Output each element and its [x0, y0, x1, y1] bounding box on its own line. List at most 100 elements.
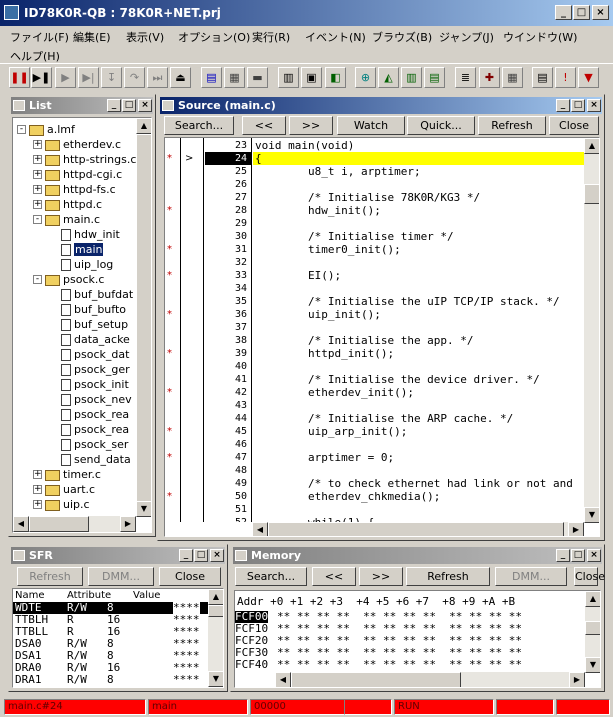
breakpoint-marker[interactable]: * [167, 347, 172, 360]
tree-expander[interactable]: + [33, 485, 42, 494]
stack-icon[interactable]: ≣ [455, 67, 476, 88]
quick-watch-icon[interactable]: ◭ [378, 67, 399, 88]
sfr-vscrollbar[interactable]: ▲ ▼ [208, 589, 223, 687]
code-line[interactable]: { [255, 152, 262, 165]
code-line[interactable]: EI(); [255, 269, 341, 282]
scroll-up-button[interactable]: ▲ [584, 138, 599, 154]
code-line[interactable]: /* Initialise 78K0R/KG3 */ [255, 191, 480, 204]
eject-icon[interactable]: ⏏ [170, 67, 191, 88]
tree-folder-item[interactable]: httpd-cgi.c [45, 167, 122, 182]
asm-icon[interactable]: ▦ [224, 67, 245, 88]
tree-function-item[interactable]: uip_log [61, 257, 113, 272]
memory-data[interactable]: ** ** ** ** ** ** ** ** ** ** ** ** [277, 659, 522, 671]
code-line[interactable]: etherdev_init(); [255, 386, 414, 399]
tree-folder-item[interactable]: timer.c [45, 467, 101, 482]
tree-folder-item[interactable]: httpd-fs.c [45, 182, 116, 197]
title-bar[interactable]: ID78K0R-QB : 78K0R+NET.prj _ □ × [0, 0, 613, 26]
sfr-close-button[interactable]: × [210, 549, 224, 562]
tree-expander[interactable]: - [17, 125, 26, 134]
hscroll-thumb[interactable] [291, 672, 461, 687]
source-icon[interactable]: ▤ [201, 67, 222, 88]
scroll-up-button[interactable]: ▲ [136, 118, 151, 134]
breakpoint-marker[interactable]: * [167, 386, 172, 399]
tree-expander[interactable]: - [33, 215, 42, 224]
memory-panel-titlebar[interactable]: Memory _ □ × [233, 547, 602, 564]
code-line[interactable]: /* Initialise the device driver. */ [255, 373, 540, 386]
menu-item[interactable]: オプション(O) [178, 29, 250, 45]
sfr-table[interactable]: Name Attribute Value WDTE R/W 8 **** TTBLH R 16 **… [12, 588, 224, 688]
source-panel-titlebar[interactable]: Source (main.c) _ □ × [160, 97, 602, 114]
watch-icon[interactable]: ⊕ [355, 67, 376, 88]
breakpoint-marker[interactable]: * [167, 490, 172, 503]
menu-item[interactable]: ヘルプ(H) [10, 48, 60, 64]
list-minimize-button[interactable]: _ [107, 99, 121, 112]
memory-view[interactable]: Addr +0 +1 +2 +3 +4 +5 +6 +7 +8 +9 +A +B… [234, 590, 601, 688]
tree-function-item[interactable]: psock_dat [61, 347, 129, 362]
tree-folder-item[interactable]: uart.c [45, 482, 95, 497]
source-button-5[interactable]: Refresh [478, 116, 546, 135]
tree-function-item[interactable]: psock_ger [61, 362, 130, 377]
tree-folder-item[interactable]: main.c [45, 212, 100, 227]
breakpoint-marker[interactable]: * [167, 243, 172, 256]
scroll-down-button[interactable]: ▼ [136, 501, 151, 517]
memory-button-5[interactable]: Close [574, 567, 605, 586]
memory-button-1[interactable]: << [312, 567, 356, 586]
tree-function-item[interactable]: psock_ser [61, 437, 128, 452]
tree-folder-item[interactable]: http-strings.c [45, 152, 136, 167]
event-icon[interactable]: ✚ [479, 67, 500, 88]
sfr-minimize-button[interactable]: _ [179, 549, 193, 562]
source-vscrollbar[interactable]: ▲ ▼ [584, 138, 599, 523]
tree-function-item[interactable]: psock_rea [61, 407, 129, 422]
maximize-button[interactable]: □ [573, 5, 590, 20]
breakpoint-marker[interactable]: * [167, 269, 172, 282]
memory-button-4[interactable]: DMM... [495, 567, 567, 586]
code-line[interactable]: /* Initialise the app. */ [255, 334, 474, 347]
memory-button-3[interactable]: Refresh [406, 567, 490, 586]
tree-folder-item[interactable]: httpd.c [45, 197, 102, 212]
step-over-icon[interactable]: ↷ [124, 67, 145, 88]
scroll-thumb[interactable] [585, 621, 600, 635]
menu-item[interactable]: ファイル(F) [10, 29, 69, 45]
tree-function-item[interactable]: psock_nev [61, 392, 132, 407]
tree-expander[interactable]: + [33, 500, 42, 509]
code-line[interactable]: uip_arp_init(); [255, 425, 407, 438]
tree-expander[interactable]: + [33, 170, 42, 179]
scroll-right-button[interactable]: ▶ [120, 516, 136, 532]
mem-icon[interactable]: ▬ [247, 67, 268, 88]
tree-function-item[interactable]: send_data [61, 452, 131, 467]
tree-expander[interactable]: + [33, 185, 42, 194]
tree-function-item[interactable]: buf_setup [61, 317, 128, 332]
io-icon[interactable]: ◧ [325, 67, 346, 88]
source-view[interactable]: 23 void main(void) * >24 {25 u8_t i, arptime… [164, 137, 600, 537]
step-icon[interactable]: ▶| [78, 67, 99, 88]
menu-item[interactable]: 実行(R) [252, 29, 290, 45]
source-button-1[interactable]: << [242, 116, 286, 135]
scroll-up-button[interactable]: ▲ [208, 589, 223, 605]
tree-expander[interactable]: + [33, 200, 42, 209]
step-in-icon[interactable]: ↧ [101, 67, 122, 88]
tree-folder-item[interactable]: psock.c [45, 272, 104, 287]
code-line[interactable]: etherdev_chkmedia(); [255, 490, 440, 503]
sfr-value[interactable]: **** [173, 674, 200, 686]
code-line[interactable]: timer0_init(); [255, 243, 401, 256]
close-button[interactable]: × [592, 5, 609, 20]
scroll-thumb[interactable] [136, 134, 151, 502]
skip-icon[interactable]: ⏭ [147, 67, 168, 88]
scroll-down-button[interactable]: ▼ [585, 657, 600, 673]
breakpoint-marker[interactable]: * [167, 451, 172, 464]
scroll-up-button[interactable]: ▲ [585, 591, 600, 607]
trace-icon[interactable]: ▦ [502, 67, 523, 88]
source-minimize-button[interactable]: _ [556, 99, 570, 112]
breakpoint-marker[interactable]: * [167, 425, 172, 438]
minimize-button[interactable]: _ [555, 5, 572, 20]
code-line[interactable]: void main(void) [255, 139, 354, 152]
tree-expander[interactable]: + [33, 155, 42, 164]
source-button-3[interactable]: Watch [337, 116, 405, 135]
tree-folder-item[interactable]: uip.c [45, 497, 90, 512]
list-panel-titlebar[interactable]: List _ □ × [11, 97, 153, 114]
scroll-left-button[interactable]: ◀ [275, 672, 291, 687]
code-line[interactable]: u8_t i, arptimer; [255, 165, 421, 178]
scroll-right-button[interactable]: ▶ [568, 522, 584, 536]
hscroll-thumb[interactable] [29, 516, 89, 532]
filter-icon[interactable]: ▼ [578, 67, 599, 88]
